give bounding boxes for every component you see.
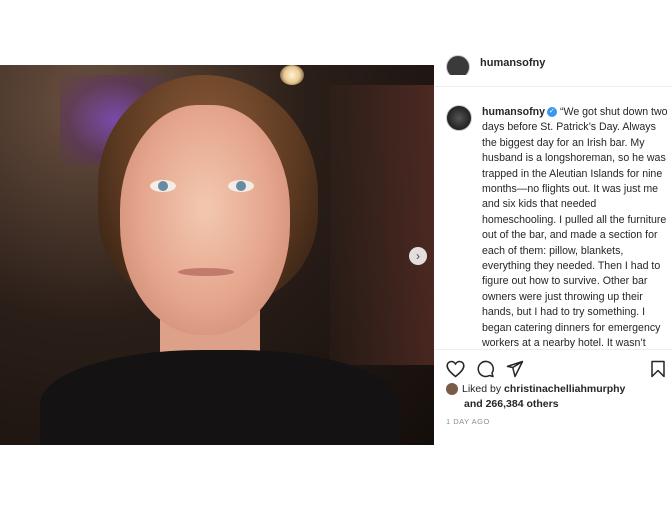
- header-username[interactable]: humansofny: [480, 57, 545, 69]
- chevron-right-icon[interactable]: ›: [409, 247, 427, 265]
- liked-by-prefix: Liked by: [462, 383, 502, 395]
- likes-count-link[interactable]: 266,384 others: [486, 398, 559, 410]
- share-icon[interactable]: [506, 360, 524, 378]
- liked-by: Liked by christinachelliahmurphy: [446, 383, 670, 396]
- post-sidebar: humansofny humansofny ✓ “We got shut down …: [434, 55, 672, 445]
- caption-username[interactable]: humansofny: [482, 106, 545, 118]
- comment-icon[interactable]: [476, 360, 495, 378]
- portrait-face: [120, 105, 290, 335]
- action-bar: [434, 349, 672, 380]
- portrait-shirt: [40, 350, 400, 445]
- liker-avatar[interactable]: [446, 383, 458, 396]
- caption-avatar[interactable]: [446, 105, 472, 131]
- heart-icon[interactable]: [446, 360, 465, 378]
- header-avatar[interactable]: [446, 55, 470, 75]
- likes-count: and 266,384 others: [464, 398, 559, 410]
- background-lamp: [280, 65, 304, 85]
- liked-by-user[interactable]: christinachelliahmurphy: [504, 383, 625, 395]
- bookmark-icon[interactable]: [650, 360, 666, 378]
- portrait-mouth: [178, 268, 234, 276]
- caption-text: “We got shut down two days before St. Pa…: [482, 106, 668, 348]
- instagram-post: › humansofny humansofny ✓ “We got shut dow…: [0, 55, 672, 445]
- post-date: 1 DAY AGO: [446, 417, 490, 426]
- post-header: humansofny: [446, 55, 626, 75]
- verified-badge-icon: ✓: [546, 107, 557, 118]
- post-photo[interactable]: ›: [0, 65, 434, 445]
- portrait-left-eye: [150, 180, 176, 192]
- post-caption: humansofny ✓ “We got shut down two days be…: [482, 105, 670, 348]
- and-label: and: [464, 398, 483, 410]
- background-bar: [330, 85, 434, 365]
- portrait-right-eye: [228, 180, 254, 192]
- header-divider: [434, 86, 672, 87]
